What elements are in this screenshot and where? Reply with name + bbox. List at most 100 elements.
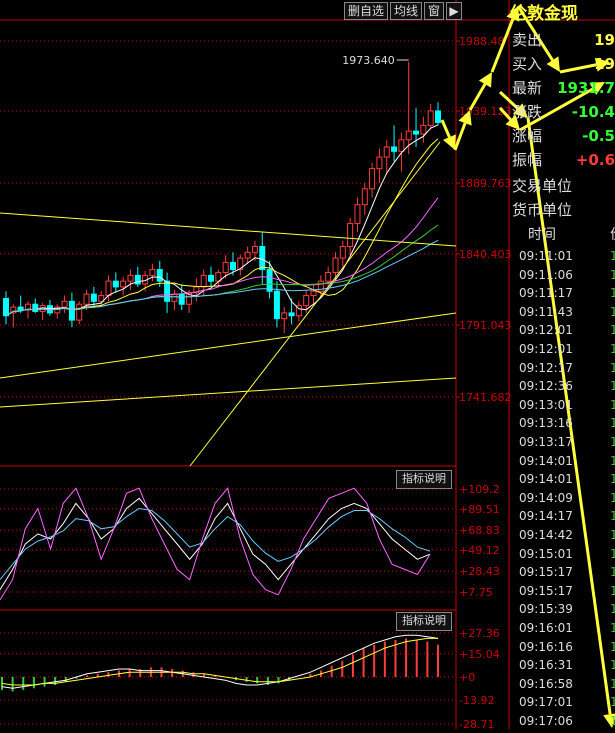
macd-axis-label: -28.71 — [459, 718, 494, 729]
quote-value: 19 — [594, 31, 615, 49]
quote-label: 涨幅 — [512, 127, 543, 145]
tick-row: 09:15:39 19 — [510, 600, 615, 618]
quote-label: 交易单位 — [512, 177, 573, 195]
candle-body — [325, 271, 332, 282]
tick-price: 19 — [610, 509, 615, 524]
kdj-axis-label: +89.51 — [459, 503, 500, 516]
quote-label: 振幅 — [512, 151, 543, 169]
annotation-arrow — [440, 119, 456, 150]
candle-body — [376, 156, 383, 170]
window-button[interactable]: 窗 — [424, 2, 445, 20]
tick-time: 09:12:17 — [519, 360, 573, 375]
candle-body — [405, 130, 412, 141]
kdj-line-k — [0, 497, 431, 590]
quote-label: 卖出 — [512, 31, 543, 49]
candle-body — [112, 280, 119, 288]
candle-body — [354, 204, 361, 224]
candle-body — [369, 168, 376, 190]
kdj-axis-label: +68.83 — [459, 524, 500, 537]
tick-row: 09:17:06 19 — [510, 712, 615, 730]
candle-body — [339, 246, 346, 259]
candle-body — [361, 188, 368, 206]
candle-body — [427, 110, 434, 126]
price-axis-label: 1741.682 — [459, 391, 512, 404]
macd-line-dif — [1, 634, 439, 689]
tick-row: 09:11:06 19 — [510, 266, 615, 284]
kdj-axis-label: +7.75 — [459, 586, 493, 599]
tick-row: 09:14:01 19 — [510, 452, 615, 470]
tick-price: 19 — [610, 583, 615, 598]
tick-price: 19 — [610, 397, 615, 412]
tick-table-header: 时间 价 — [510, 224, 615, 246]
tick-time: 09:14:42 — [519, 528, 573, 542]
trend-line — [0, 212, 457, 247]
tick-price: 19 — [610, 342, 615, 356]
price-column-header: 价 — [610, 224, 615, 246]
tick-price: 19 — [610, 416, 615, 431]
kdj-axis-label: +49.12 — [459, 544, 500, 557]
candle-body — [281, 312, 288, 320]
tick-row: 09:13:16 19 — [510, 414, 615, 432]
tick-row: 09:13:17 19 — [510, 433, 615, 451]
tick-row: 09:11:01 19 — [510, 247, 615, 265]
tick-time: 09:11:17 — [519, 286, 573, 301]
tick-price: 19 — [610, 304, 615, 319]
tick-row: 09:17:01 19 — [510, 693, 615, 711]
candle-body — [222, 261, 229, 273]
tick-time: 09:16:16 — [519, 639, 573, 654]
instrument-title: 伦敦金现 — [510, 4, 578, 24]
candle-body — [127, 274, 134, 282]
tick-price: 19 — [610, 528, 615, 542]
quote-row: 振幅 +0.6 — [510, 148, 615, 172]
quote-value: -10.4 — [571, 103, 615, 121]
tick-row: 09:16:16 19 — [510, 638, 615, 656]
tick-price: 19 — [610, 267, 615, 282]
quote-value: -0.5 — [582, 127, 615, 145]
candle-body — [68, 300, 75, 321]
candle-body — [149, 269, 156, 276]
tick-row: 09:15:01 19 — [510, 545, 615, 563]
tick-time: 09:13:16 — [519, 416, 573, 431]
tick-price: 19 — [610, 714, 615, 728]
tick-row: 09:16:31 19 — [510, 656, 615, 674]
tick-time: 09:14:17 — [519, 509, 573, 524]
macd-axis-label: +0 — [459, 671, 475, 684]
tick-price: 19 — [610, 323, 615, 338]
macd-legend-button[interactable]: 指标说明 — [396, 612, 452, 631]
chart-toolbar: 删自选 均线 窗 ▶ — [344, 2, 464, 20]
arrow-shaft — [453, 122, 467, 151]
expand-arrow-icon[interactable]: ▶ — [446, 2, 463, 20]
candle-body — [413, 130, 420, 135]
moving-average-line — [5, 197, 439, 317]
tick-price: 19 — [610, 621, 615, 635]
tick-time: 09:14:01 — [519, 472, 573, 487]
price-axis-label: 1791.043 — [459, 319, 512, 332]
tick-row: 09:15:17 19 — [510, 582, 615, 600]
tick-time: 09:15:01 — [519, 546, 573, 561]
tick-price: 19 — [610, 676, 615, 691]
quote-label: 涨跌 — [512, 103, 543, 121]
moving-average-line — [5, 138, 439, 317]
tick-time: 09:15:39 — [519, 602, 573, 617]
kdj-legend-button[interactable]: 指标说明 — [396, 470, 452, 489]
tick-row: 09:13:01 19 — [510, 396, 615, 414]
tick-row: 09:14:09 19 — [510, 489, 615, 507]
moving-average-button[interactable]: 均线 — [390, 2, 423, 20]
quote-value: 19 — [594, 55, 615, 73]
candle-body — [391, 146, 398, 152]
trend-line — [0, 312, 457, 379]
tick-row: 09:12:01 19 — [510, 340, 615, 358]
tick-row: 09:11:17 19 — [510, 284, 615, 302]
candle-body — [200, 274, 207, 288]
price-axis-label: 1988.48 — [459, 35, 505, 48]
delete-watchlist-button[interactable]: 删自选 — [344, 2, 389, 20]
trend-line — [0, 377, 457, 408]
candle-body — [435, 110, 441, 123]
tick-price: 19 — [610, 472, 615, 487]
tick-price: 19 — [610, 695, 615, 710]
tick-row: 09:16:01 19 — [510, 619, 615, 637]
candle-body — [17, 306, 24, 311]
candle-body — [398, 139, 405, 152]
candle-body — [266, 269, 273, 292]
candle-body — [98, 295, 105, 302]
